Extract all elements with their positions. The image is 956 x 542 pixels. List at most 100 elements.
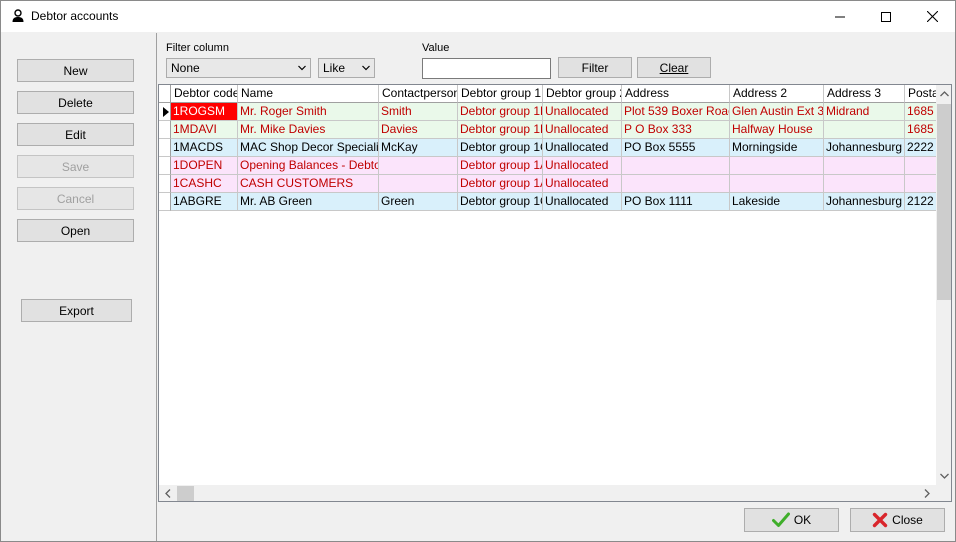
table-cell[interactable]: 1CASHC [171, 175, 238, 193]
close-button[interactable]: Close [850, 508, 945, 532]
table-cell[interactable]: Morningside [730, 139, 824, 157]
close-icon [926, 11, 938, 22]
new-button[interactable]: New [17, 59, 134, 82]
table-cell[interactable] [824, 175, 905, 193]
debtor-accounts-window: Debtor accounts New Delete Edit Save Can… [0, 0, 956, 542]
table-cell[interactable] [379, 157, 458, 175]
table-cell[interactable]: Debtor group 1B [458, 121, 543, 139]
scroll-left-icon[interactable] [165, 489, 171, 498]
filter-button[interactable]: Filter [558, 57, 632, 78]
title-bar: Debtor accounts [1, 1, 955, 32]
table-cell[interactable]: Debtor group 1A [458, 157, 543, 175]
table-cell[interactable]: Unallocated [543, 121, 622, 139]
minimize-icon [835, 16, 845, 17]
column-header[interactable]: Contactperson [379, 85, 458, 103]
table-cell[interactable]: Unallocated [543, 193, 622, 211]
cancel-button[interactable]: Cancel [17, 187, 134, 210]
table-cell[interactable]: McKay [379, 139, 458, 157]
filter-operator-select[interactable]: Like [318, 58, 375, 78]
table-cell[interactable]: 1MDAVI [171, 121, 238, 139]
table-cell[interactable]: 1ABGRE [171, 193, 238, 211]
scrollbar-corner [936, 485, 951, 501]
row-header[interactable] [159, 193, 171, 211]
column-header[interactable]: Address 3 [824, 85, 905, 103]
column-header[interactable]: Debtor group 1 [458, 85, 543, 103]
edit-button[interactable]: Edit [17, 123, 134, 146]
table-cell[interactable]: Debtor group 1C [458, 139, 543, 157]
delete-button[interactable]: Delete [17, 91, 134, 114]
column-header[interactable]: Debtor group 2 [543, 85, 622, 103]
table-cell[interactable]: PO Box 5555 [622, 139, 730, 157]
table-cell[interactable]: MAC Shop Decor Specialists [238, 139, 379, 157]
table-cell[interactable]: Unallocated [543, 103, 622, 121]
maximize-button[interactable] [863, 1, 909, 32]
table-cell[interactable] [622, 175, 730, 193]
ok-button[interactable]: OK [744, 508, 839, 532]
table-cell[interactable]: Debtor group 1C [458, 193, 543, 211]
table-cell[interactable]: Unallocated [543, 157, 622, 175]
row-header[interactable] [159, 103, 171, 121]
table-cell[interactable]: Johannesburg [824, 139, 905, 157]
table-cell[interactable]: Debtor group 1A [458, 175, 543, 193]
table-cell[interactable] [824, 157, 905, 175]
export-button[interactable]: Export [21, 299, 132, 322]
table-cell[interactable]: Debtor group 1B [458, 103, 543, 121]
table-cell[interactable]: Green [379, 193, 458, 211]
value-label: Value [422, 42, 450, 54]
table-cell[interactable]: Mr. Roger Smith [238, 103, 379, 121]
column-header[interactable]: Debtor code [171, 85, 238, 103]
row-header[interactable] [159, 175, 171, 193]
table-cell[interactable]: Smith [379, 103, 458, 121]
save-button[interactable]: Save [17, 155, 134, 178]
table-cell[interactable]: Plot 539 Boxer Road [622, 103, 730, 121]
close-window-button[interactable] [909, 1, 955, 32]
column-header[interactable]: Address 2 [730, 85, 824, 103]
table-cell[interactable]: CASH CUSTOMERS [238, 175, 379, 193]
scroll-right-icon[interactable] [924, 489, 930, 498]
table-cell[interactable]: Halfway House [730, 121, 824, 139]
scroll-down-icon[interactable] [940, 473, 949, 479]
table-cell[interactable] [379, 175, 458, 193]
ok-label: OK [793, 513, 812, 527]
user-icon [12, 9, 24, 22]
table-cell[interactable]: Opening Balances - Debtor [238, 157, 379, 175]
minimize-button[interactable] [817, 1, 863, 32]
filter-column-select[interactable]: None [166, 58, 311, 78]
scroll-up-icon[interactable] [940, 91, 949, 97]
horizontal-scrollbar[interactable] [159, 485, 936, 501]
debtor-grid[interactable]: Debtor code Name Contactperson Debtor group… [158, 84, 952, 502]
chevron-down-icon [362, 65, 370, 71]
table-cell[interactable]: 1MACDS [171, 139, 238, 157]
red-x-icon [872, 512, 888, 528]
table-cell[interactable]: Johannesburg [824, 193, 905, 211]
table-cell[interactable]: Unallocated [543, 175, 622, 193]
table-cell[interactable] [730, 157, 824, 175]
table-cell[interactable]: Glen Austin Ext 3 [730, 103, 824, 121]
table-cell[interactable]: 1DOPEN [171, 157, 238, 175]
checkmark-icon [771, 512, 790, 527]
table-cell[interactable]: Mr. AB Green [238, 193, 379, 211]
table-cell[interactable] [824, 121, 905, 139]
row-header[interactable] [159, 121, 171, 139]
table-cell[interactable]: 1ROGSM [171, 103, 238, 121]
open-button[interactable]: Open [17, 219, 134, 242]
action-panel: New Delete Edit Save Cancel Open Export [2, 33, 157, 541]
horizontal-scroll-thumb[interactable] [177, 486, 194, 501]
table-cell[interactable]: P O Box 333 [622, 121, 730, 139]
column-header[interactable]: Name [238, 85, 379, 103]
vertical-scroll-thumb[interactable] [937, 104, 951, 300]
table-cell[interactable]: Mr. Mike Davies [238, 121, 379, 139]
table-cell[interactable]: PO Box 1111 [622, 193, 730, 211]
table-cell[interactable] [730, 175, 824, 193]
vertical-scrollbar[interactable] [936, 85, 951, 486]
filter-value-input[interactable] [422, 58, 551, 79]
row-header[interactable] [159, 157, 171, 175]
table-cell[interactable]: Unallocated [543, 139, 622, 157]
table-cell[interactable] [622, 157, 730, 175]
table-cell[interactable]: Lakeside [730, 193, 824, 211]
row-header[interactable] [159, 139, 171, 157]
table-cell[interactable]: Davies [379, 121, 458, 139]
column-header[interactable]: Address [622, 85, 730, 103]
clear-button[interactable]: Clear [637, 57, 711, 78]
table-cell[interactable]: Midrand [824, 103, 905, 121]
